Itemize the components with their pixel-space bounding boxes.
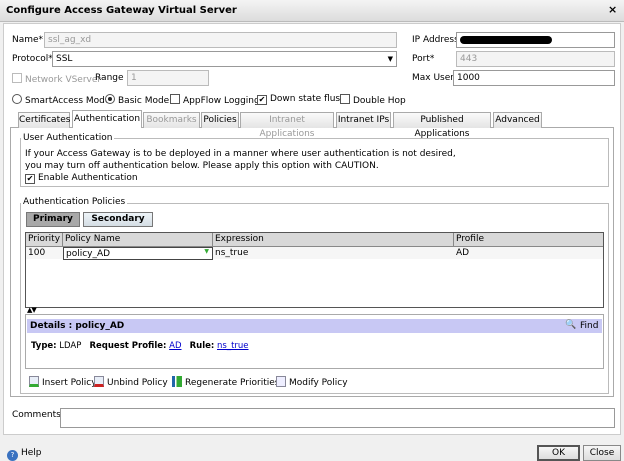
tab-intranet-applications[interactable]: Intranet Applications bbox=[240, 112, 334, 139]
column-header-policy-name[interactable]: Policy Name bbox=[63, 233, 213, 247]
protocol-value: SSL bbox=[56, 54, 73, 64]
close-button[interactable]: Close bbox=[583, 445, 621, 461]
smartaccess-mode-radio[interactable]: SmartAccess Mode bbox=[12, 94, 110, 106]
regenerate-icon bbox=[172, 376, 182, 387]
tab-advanced[interactable]: Advanced bbox=[493, 112, 542, 128]
cell-profile: AD bbox=[454, 247, 603, 259]
rule-link[interactable]: ns_true bbox=[217, 341, 249, 351]
protocol-label: Protocol* bbox=[12, 54, 53, 64]
request-profile-label: Request Profile: bbox=[89, 341, 167, 351]
chevron-down-icon: ▼ bbox=[387, 55, 393, 63]
cell-priority: 100 bbox=[26, 247, 63, 259]
comments-input[interactable] bbox=[60, 408, 615, 428]
search-icon: 🔍 bbox=[565, 320, 577, 330]
column-header-profile[interactable]: Profile bbox=[454, 233, 603, 247]
checkbox-icon bbox=[340, 94, 350, 104]
tab-bookmarks[interactable]: Bookmarks bbox=[143, 112, 200, 128]
comments-label: Comments bbox=[12, 410, 61, 420]
find-button[interactable]: Find bbox=[580, 321, 598, 331]
policy-name-dropdown[interactable]: policy_AD ▼ bbox=[63, 247, 213, 260]
max-users-label: Max Users bbox=[412, 73, 459, 83]
regenerate-priorities-button[interactable]: Regenerate Priorities bbox=[172, 376, 279, 388]
ip-address-label: IP Address bbox=[412, 35, 459, 45]
details-title: Details : policy_AD bbox=[30, 321, 125, 331]
help-label: Help bbox=[21, 448, 42, 458]
range-input[interactable]: 1 bbox=[127, 70, 209, 86]
downstate-label: Down state flush bbox=[270, 94, 346, 104]
title-bar: Configure Access Gateway Virtual Server … bbox=[0, 0, 624, 22]
checkbox-checked-icon: ✔ bbox=[25, 174, 35, 184]
max-users-input[interactable]: 1000 bbox=[453, 70, 615, 86]
ok-button[interactable]: OK bbox=[537, 445, 580, 461]
tab-policies[interactable]: Policies bbox=[201, 112, 239, 128]
chevron-down-icon: ▼ bbox=[204, 248, 209, 255]
cell-expression: ns_true bbox=[213, 247, 454, 259]
redaction bbox=[460, 36, 552, 44]
help-button[interactable]: ? Help bbox=[7, 448, 42, 461]
policies-table: Priority Policy Name Expression Profile … bbox=[25, 232, 604, 308]
modify-policy-button[interactable]: Modify Policy bbox=[276, 376, 348, 388]
user-authentication-title: User Authentication bbox=[21, 133, 115, 143]
type-value: LDAP bbox=[59, 341, 82, 351]
primary-tab-button[interactable]: Primary bbox=[26, 212, 80, 227]
enable-authentication-checkbox[interactable]: ✔ Enable Authentication bbox=[25, 173, 138, 184]
insert-policy-label: Insert Policy bbox=[42, 378, 97, 388]
checkbox-icon bbox=[170, 94, 180, 104]
tab-published-applications[interactable]: Published Applications bbox=[393, 112, 491, 139]
help-icon: ? bbox=[7, 450, 18, 461]
auth-note-line2: you may turn off authentication below. P… bbox=[25, 161, 379, 171]
port-label: Port* bbox=[412, 54, 435, 64]
radio-selected-icon bbox=[105, 94, 115, 104]
insert-policy-button[interactable]: Insert Policy bbox=[29, 376, 97, 388]
protocol-select[interactable]: SSL ▼ bbox=[52, 51, 397, 67]
close-icon[interactable]: × bbox=[608, 3, 617, 16]
unbind-icon bbox=[94, 376, 104, 387]
auth-note-line1: If your Access Gateway is to be deployed… bbox=[25, 149, 456, 159]
regenerate-priorities-label: Regenerate Priorities bbox=[185, 378, 280, 388]
port-input[interactable]: 443 bbox=[456, 51, 615, 67]
checkbox-checked-icon: ✔ bbox=[257, 95, 267, 105]
network-vserver-label: Network VServer bbox=[25, 75, 102, 85]
network-vserver-checkbox[interactable]: Network VServer bbox=[12, 73, 101, 85]
checkbox-icon bbox=[12, 73, 22, 83]
basic-label: Basic Mode bbox=[118, 96, 170, 106]
modify-policy-label: Modify Policy bbox=[289, 378, 348, 388]
unbind-policy-button[interactable]: Unbind Policy bbox=[94, 376, 168, 388]
enable-authentication-label: Enable Authentication bbox=[38, 173, 138, 183]
tab-intranet-ips[interactable]: Intranet IPs bbox=[336, 112, 391, 128]
request-profile-link[interactable]: AD bbox=[169, 341, 181, 351]
doublehop-label: Double Hop bbox=[353, 96, 406, 106]
secondary-tab-button[interactable]: Secondary bbox=[83, 212, 153, 227]
name-input[interactable]: ssl_ag_xd bbox=[44, 32, 397, 48]
ip-address-input[interactable] bbox=[456, 32, 615, 48]
name-label: Name* bbox=[12, 35, 44, 45]
details-header: Details : policy_AD 🔍 Find bbox=[27, 319, 602, 333]
basic-mode-radio[interactable]: Basic Mode bbox=[105, 94, 169, 106]
smartaccess-label: SmartAccess Mode bbox=[25, 96, 111, 106]
cell-policy-name: policy_AD bbox=[66, 249, 111, 259]
rule-label: Rule: bbox=[189, 341, 215, 351]
insert-icon bbox=[29, 376, 39, 387]
column-header-expression[interactable]: Expression bbox=[213, 233, 454, 247]
tab-certificates[interactable]: Certificates bbox=[18, 112, 70, 128]
radio-icon bbox=[12, 94, 22, 104]
edit-icon bbox=[276, 376, 286, 387]
appflow-label: AppFlow Logging bbox=[183, 96, 260, 106]
column-header-priority[interactable]: Priority bbox=[26, 233, 63, 247]
double-hop-checkbox[interactable]: Double Hop bbox=[340, 94, 406, 106]
range-label: Range bbox=[95, 73, 124, 83]
tab-authentication[interactable]: Authentication bbox=[72, 110, 142, 128]
authentication-policies-title: Authentication Policies bbox=[21, 197, 128, 207]
down-state-flush-checkbox[interactable]: ✔ Down state flush bbox=[257, 94, 346, 105]
window-title: Configure Access Gateway Virtual Server bbox=[6, 5, 237, 16]
splitter-arrows-icon[interactable]: ▲▼ bbox=[27, 306, 37, 314]
type-label: Type: bbox=[31, 341, 57, 351]
details-line: Type: LDAP Request Profile: AD Rule: ns_… bbox=[31, 341, 249, 351]
appflow-logging-checkbox[interactable]: AppFlow Logging bbox=[170, 94, 260, 106]
unbind-policy-label: Unbind Policy bbox=[107, 378, 168, 388]
